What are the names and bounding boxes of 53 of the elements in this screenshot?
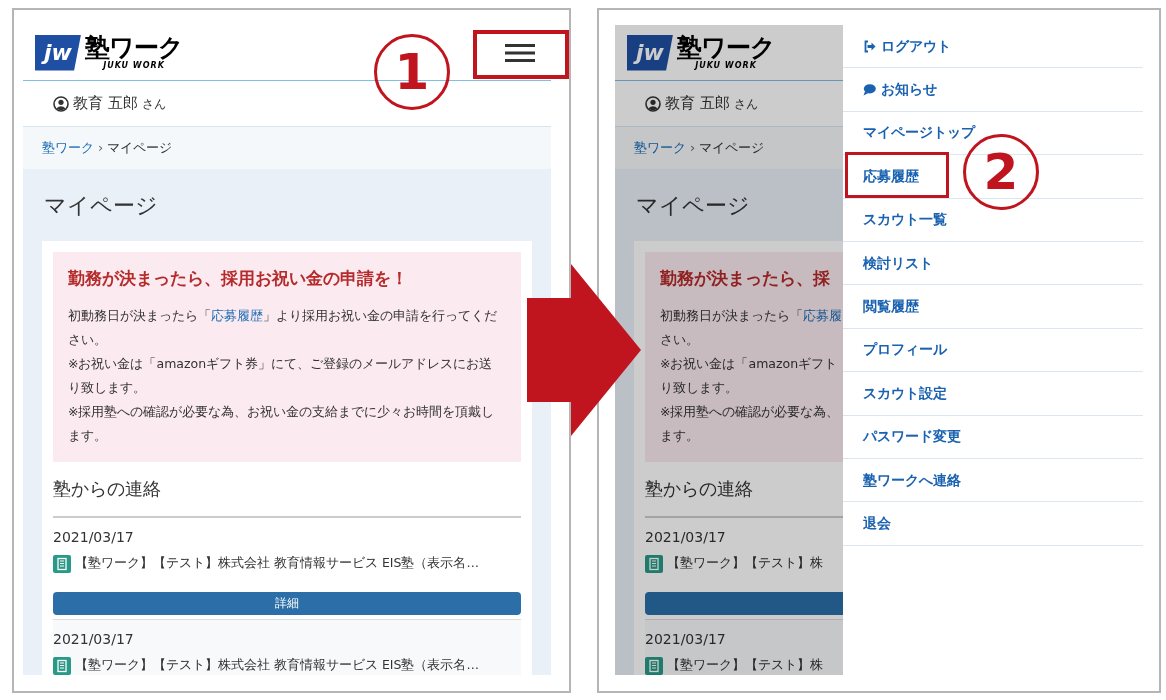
logout-icon [863,39,876,53]
notice-text: さい。 [660,330,700,349]
notice-text: ※お祝い金は「amazonギフト [660,354,839,373]
user-name: 教育 五郎 [73,93,138,115]
notice-text: ※お祝い金は「amazonギフト券」にて、ご登録のメールアドレスにお送 [68,354,494,373]
link[interactable]: 応募履歴 [211,307,263,323]
logo-mark: jw [627,34,673,71]
logo-title: 塾ワーク [85,34,183,61]
breadcrumb-separator: › [690,139,696,158]
arrow-icon [527,264,641,436]
breadcrumb-current: マイページ [107,139,173,158]
breadcrumb-link[interactable]: 塾ワーク [42,138,94,158]
message-title: 【塾ワーク】【テスト】株式会社 教育情報サービス EIS塾（表示名… [75,656,479,675]
logo-title: 塾ワーク [677,34,775,61]
notice-text: り致します。 [660,378,739,397]
page-title: マイページ [43,191,159,220]
page-title: マイページ [635,191,751,220]
message-title: 【塾ワーク】【テスト】株 [667,656,823,675]
detail-button[interactable]: 詳細 [53,591,521,615]
message-date: 2021/03/17 [53,629,135,649]
breadcrumb-separator: › [98,139,104,158]
user-icon [645,95,661,112]
breadcrumb-current: マイページ [699,139,765,158]
building-icon [645,554,663,573]
logo-subtitle: JUKU WORK [695,60,757,71]
speech-bubble-icon [863,83,876,97]
message-date: 2021/03/17 [645,629,727,649]
notice-text: ※採用塾への確認が必要な為、お祝い金の支給までに少々お時間を頂戴し [68,402,496,421]
notice-text: 初動務日が決まったら「応募履歴」より採用お祝い金の申請を行ってくだ [68,306,498,325]
notice-title: 勤務が決まったら、採 [660,267,831,290]
message-title: 【塾ワーク】【テスト】株式会社 教育情報サービス EIS塾（表示名… [75,554,479,573]
section-title: 塾からの連絡 [53,461,521,518]
link[interactable]: 応募履 [803,307,842,323]
user-suffix: さん [141,95,166,113]
notice-text: さい。 [68,330,108,349]
notice-text: ます。 [68,426,108,445]
notice-text: ※採用塾への確認が必要な為、 [660,402,841,421]
detail-button[interactable] [645,591,843,615]
logo-subtitle: JUKU WORK [103,60,165,71]
notice-text: 初動務日が決まったら「応募履 [660,306,843,325]
message-date: 2021/03/17 [645,527,727,547]
user-suffix: さん [733,95,758,113]
menu-icon[interactable] [505,43,535,62]
user-name: 教育 五郎 [665,93,730,115]
message-title: 【塾ワーク】【テスト】株 [667,554,823,573]
message-date: 2021/03/17 [53,527,135,547]
notice-text: り致します。 [68,378,147,397]
breadcrumb-link[interactable]: 塾ワーク [634,138,686,158]
notice-text: ます。 [660,426,700,445]
user-icon [53,95,69,112]
building-icon [53,554,71,573]
logo-mark: jw [35,34,81,71]
notice-title: 勤務が決まったら、採用お祝い金の申請を！ [68,267,409,290]
